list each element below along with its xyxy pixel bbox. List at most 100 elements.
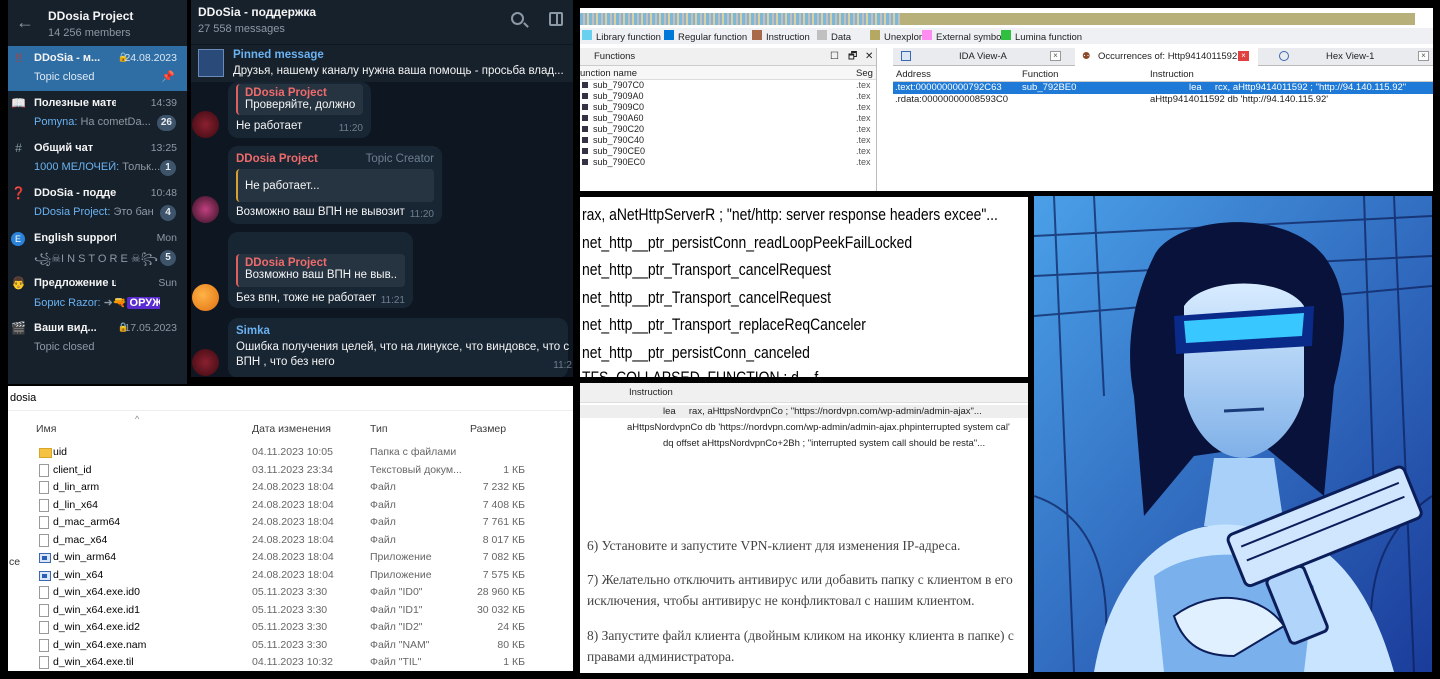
functions-window: Functions ☐ 🗗 ✕ unction name Seg sub_790… (580, 48, 877, 191)
occurrence-row[interactable]: .text:0000000000792C63 sub_792BE0 lea rc… (893, 82, 1433, 94)
topic-icon: 🎬 (11, 321, 26, 335)
file-row[interactable]: client_id 03.11.2023 23:34 Текстовый докум… (8, 462, 573, 480)
function-row[interactable]: sub_790EC0 .tex (580, 157, 876, 168)
reply-quote[interactable]: DDosia Project Возможно ваш ВПН не выв..… (236, 254, 405, 287)
column-address[interactable]: Address (896, 69, 931, 80)
message-bubble[interactable]: Simka Ошибка получения целей, что на лин… (228, 318, 572, 377)
setup-instructions: 6) Установите и запустите VPN-клиент для… (580, 463, 1028, 673)
user-avatar[interactable] (192, 196, 219, 223)
column-size[interactable]: Размер (470, 423, 506, 435)
function-row[interactable]: sub_790C40 .tex (580, 135, 876, 146)
column-segment[interactable]: Seg (856, 68, 873, 79)
topic-preview: Pomyna: На cometDa... (34, 116, 160, 128)
file-row[interactable]: d_win_x64.exe.til 04.11.2023 10:32 Файл "T… (8, 654, 573, 671)
reply-text: Не работает... (245, 180, 320, 192)
user-avatar[interactable] (192, 284, 219, 311)
file-row[interactable]: d_win_x64.exe.id2 05.11.2023 3:30 Файл "ID… (8, 619, 573, 637)
file-date: 05.11.2023 3:30 (252, 586, 328, 598)
column-date[interactable]: Дата изменения (252, 423, 331, 435)
topic-item[interactable]: !! DDoSia - м... 🔒 24.08.2023 Topic closed 📌 (8, 46, 187, 91)
reply-quote[interactable]: DDosia Project Проверяйте, должно ... (236, 84, 363, 115)
file-row[interactable]: d_lin_x64 24.08.2023 18:04 Файл 7 408 КБ (8, 497, 573, 515)
float-icon[interactable]: 🗗 (848, 48, 857, 66)
message-author[interactable]: Simka (236, 325, 270, 337)
function-name: sub_790C40 (593, 135, 645, 145)
sidebar-toggle-icon[interactable] (549, 12, 563, 26)
topic-time: Mon (156, 232, 177, 244)
user-avatar[interactable] (192, 349, 219, 376)
navigation-band[interactable] (580, 13, 1415, 25)
code-line: net_http__ptr_Transport_cancelRequest (582, 288, 832, 307)
group-title: DDosia Project (48, 9, 134, 23)
topic-item[interactable]: 📖 Полезные матери... 14:39 Pomyna: На comet… (8, 91, 187, 136)
file-date: 24.08.2023 18:04 (252, 498, 334, 511)
message-bubble[interactable]: DDosia Project Topic Creator Не работает… (228, 146, 442, 224)
close-tab-icon[interactable]: × (1418, 51, 1429, 61)
occurrences-view: IDA View-A × ⚉ Occurrences of: Http94140… (893, 48, 1433, 191)
tab-hex-view[interactable]: Hex View-1 (1326, 51, 1374, 62)
occurrence-function: sub_792BE0 (1022, 82, 1077, 93)
file-date: 04.11.2023 10:05 (252, 446, 333, 458)
pinned-message-bar[interactable]: Pinned message Друзья, нашему каналу нуж… (191, 44, 573, 82)
file-row[interactable]: d_lin_arm 24.08.2023 18:04 Файл 7 232 КБ (8, 479, 573, 497)
file-type: Файл "ID2" (370, 621, 423, 633)
column-instruction[interactable]: Instruction (1150, 69, 1194, 80)
close-icon[interactable]: ✕ (865, 48, 873, 66)
message-text: Ошибка получения целей, что на линуксе, … (236, 341, 570, 353)
legend-swatch (664, 30, 674, 40)
file-size: 7 232 КБ (482, 481, 525, 493)
tab-occurrences[interactable]: Occurrences of: Http9414011592 (1098, 51, 1237, 62)
file-row[interactable]: d_win_x64.exe.nam 05.11.2023 3:30 Файл "NA… (8, 637, 573, 655)
topic-item[interactable]: 👨 Предложение целей Sun Борис Razor: ➜🔫ОРУЖ (8, 271, 187, 316)
tab-ida-view[interactable]: IDA View-A (959, 51, 1007, 62)
column-function[interactable]: Function (1022, 69, 1058, 80)
file-name: d_lin_x64 (53, 498, 98, 511)
unread-badge: 26 (156, 115, 176, 131)
message-author[interactable]: DDosia Project (236, 153, 318, 165)
explorer-path[interactable]: dosia (8, 386, 573, 411)
file-row[interactable]: d_win_arm64 24.08.2023 18:04 Приложение 7 0… (8, 549, 573, 567)
folder-icon (39, 448, 52, 458)
search-icon[interactable] (511, 12, 524, 25)
function-row[interactable]: sub_790CE0 .tex (580, 146, 876, 157)
file-row[interactable]: d_mac_x64 24.08.2023 18:04 Файл 8 017 КБ (8, 532, 573, 550)
file-date: 05.11.2023 3:30 (252, 603, 328, 616)
message-bubble[interactable]: DDosia Project Возможно ваш ВПН не выв..… (228, 232, 413, 308)
function-row[interactable]: sub_7907C0 .tex (580, 80, 876, 91)
back-arrow-icon[interactable]: ← (16, 12, 34, 33)
file-name: d_mac_arm64 (53, 516, 121, 528)
file-row[interactable]: d_win_x64.exe.id1 05.11.2023 3:30 Файл "ID… (8, 602, 573, 620)
function-row[interactable]: sub_790A60 .tex (580, 113, 876, 124)
functions-title: Functions (594, 51, 636, 62)
code-line: net_http__ptr_persistConn_readLoopPeekFa… (582, 233, 913, 252)
chat-title: DDoSia - поддержка (198, 5, 317, 19)
function-segment: .tex (856, 91, 871, 101)
telegram-chat-panel: DDoSia - поддержка 27 558 messages Pinne… (191, 0, 573, 377)
column-name[interactable]: Имя (36, 423, 56, 435)
column-type[interactable]: Тип (370, 423, 388, 435)
file-row[interactable]: uid 04.11.2023 10:05 Папка с файлами (8, 444, 573, 462)
maximize-icon[interactable]: ☐ (830, 48, 839, 66)
occurrence-row[interactable]: .rdata:00000000008593C0 aHttp9414011592 … (893, 94, 1433, 106)
reply-quote[interactable]: Не работает... (236, 169, 434, 202)
topic-item[interactable]: # Общий чат 13:25 1000 МЕЛОЧЕЙ: Тольк... 1 (8, 136, 187, 181)
topic-item[interactable]: 🎬 Ваши вид... 🔒 17.05.2023 Topic closed (8, 316, 187, 361)
legend-item: External symbol (922, 30, 1004, 43)
file-row[interactable]: d_win_x64.exe.id0 05.11.2023 3:30 Файл "ID… (8, 584, 573, 602)
function-segment: .tex (856, 113, 871, 123)
file-row[interactable]: d_win_x64 24.08.2023 18:04 Приложение 7 575… (8, 567, 573, 585)
function-row[interactable]: sub_7909C0 .tex (580, 102, 876, 113)
close-tab-icon[interactable]: × (1050, 51, 1061, 61)
topic-item[interactable]: E English support Mon ꧁☠︎I N S T O R E ☠︎꧂ 5 (8, 226, 187, 271)
function-segment: .tex (856, 124, 871, 134)
topic-item[interactable]: ❓ DDoSia - поддержка 10:48 DDosia Project: … (8, 181, 187, 226)
file-row[interactable]: d_mac_arm64 24.08.2023 18:04 Файл 7 761 КБ (8, 514, 573, 532)
close-tab-icon[interactable]: × (1238, 51, 1249, 61)
function-row[interactable]: sub_7909A0 .tex (580, 91, 876, 102)
user-avatar[interactable] (192, 111, 219, 138)
legend-label: Instruction (766, 32, 810, 43)
message-bubble[interactable]: DDosia Project Проверяйте, должно ... Не… (228, 82, 371, 138)
column-function-name[interactable]: unction name (580, 68, 637, 79)
function-row[interactable]: sub_790C20 .tex (580, 124, 876, 135)
file-size: 8 017 КБ (482, 533, 525, 546)
